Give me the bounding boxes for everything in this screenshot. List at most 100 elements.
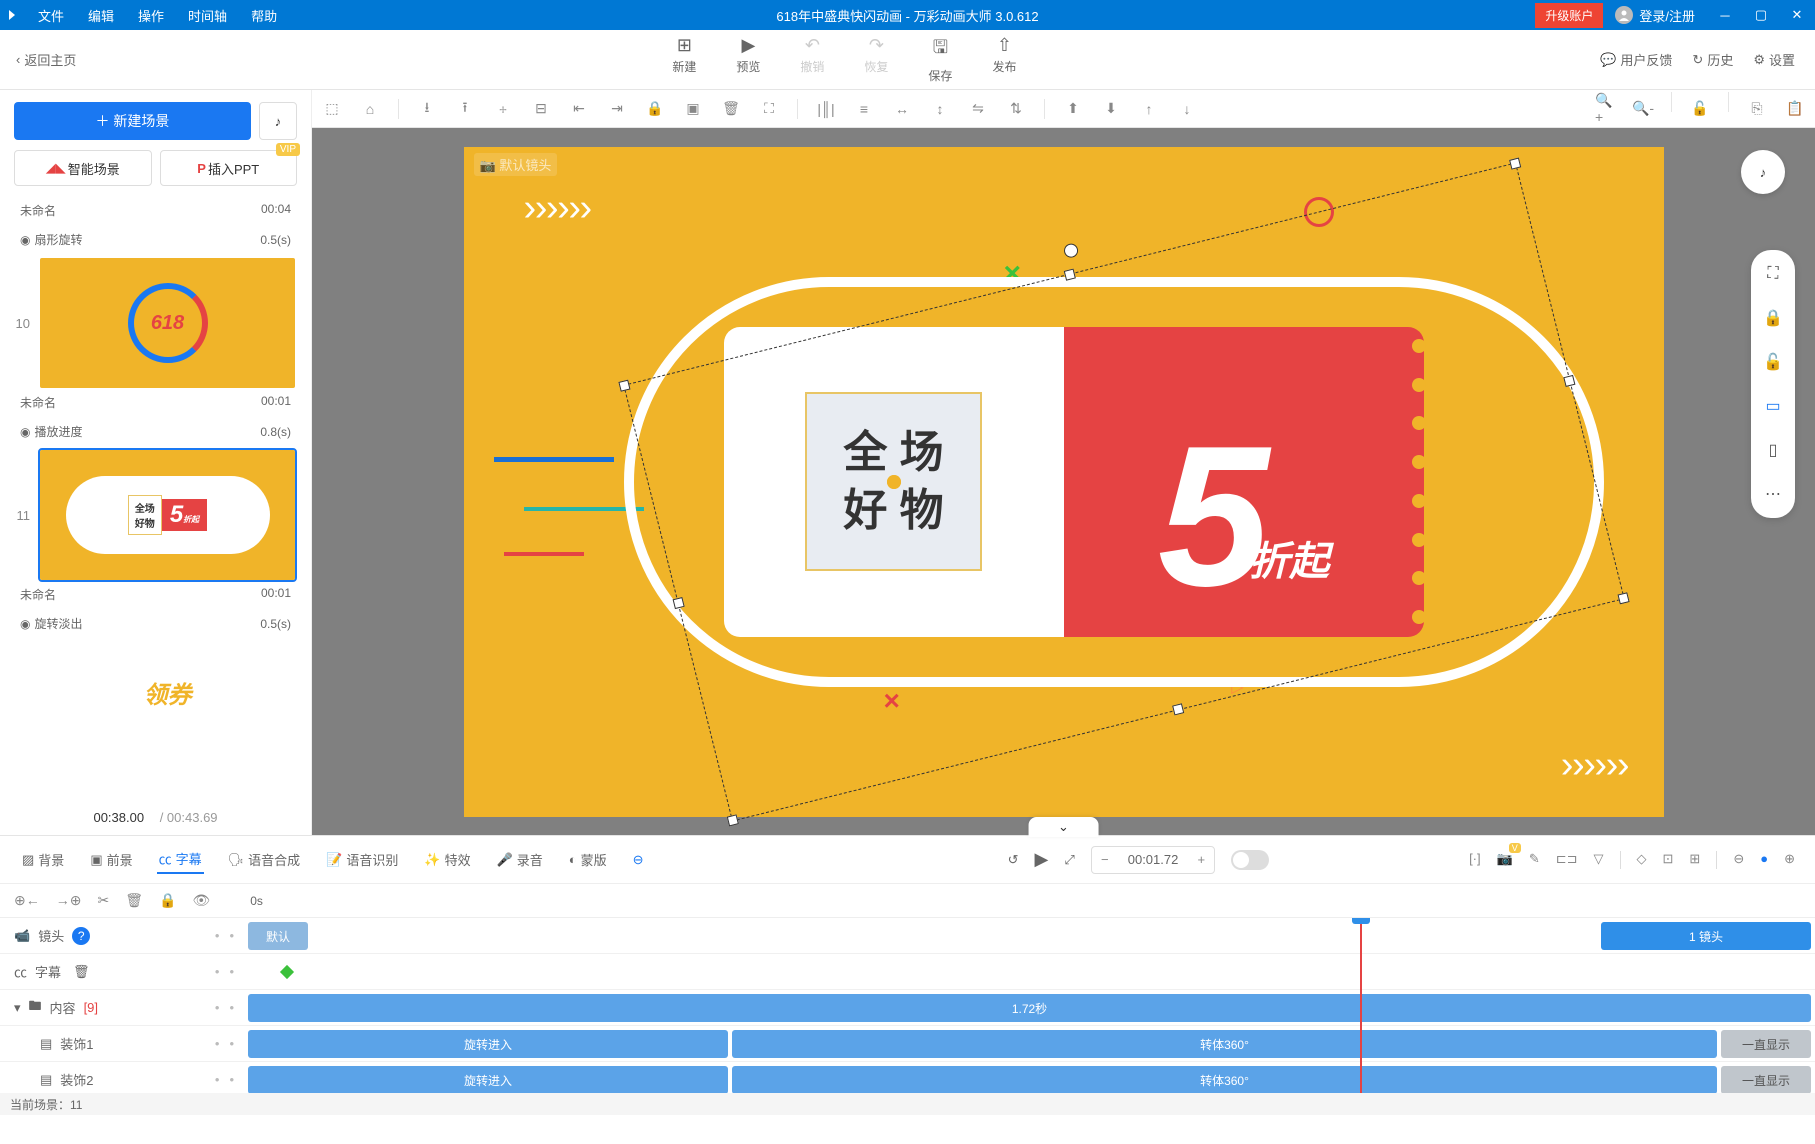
tl-eye[interactable]: 👁 <box>192 892 210 909</box>
tab-more[interactable]: ⊖ <box>631 848 646 872</box>
mobile-icon[interactable]: ▯ <box>1759 438 1787 462</box>
rewind-button[interactable]: ↺ <box>1008 852 1019 868</box>
feedback-button[interactable]: 💬用户反馈 <box>1600 50 1672 69</box>
display-icon[interactable]: ▭ <box>1759 394 1787 418</box>
delete-sub-icon[interactable]: 🗑 <box>73 964 90 980</box>
expand-button[interactable]: ⤢ <box>1064 852 1074 868</box>
layer-down-icon[interactable]: ↓ <box>1177 101 1197 117</box>
ticket-element[interactable]: 全 场 好 物 5 折起 <box>724 327 1424 637</box>
resize-handle-ne[interactable] <box>1509 157 1521 169</box>
resize-handle-se[interactable] <box>1617 592 1629 604</box>
undo-button[interactable]: ↶撤销 <box>800 35 824 84</box>
history-button[interactable]: ↻历史 <box>1692 50 1733 69</box>
always-show-block[interactable]: 一直显示 <box>1721 1030 1811 1058</box>
tab-foreground[interactable]: ▣ 前景 <box>88 846 134 873</box>
tab-subtitle[interactable]: ㏄ 字幕 <box>157 845 204 874</box>
align-left-icon[interactable]: ⇤ <box>569 100 589 117</box>
dot-btn[interactable]: • <box>229 1036 234 1051</box>
tab-tts[interactable]: 🗣 语音合成 <box>226 846 303 873</box>
camera-default-block[interactable]: 默认 <box>248 922 308 950</box>
tool-edit[interactable]: ✎ <box>1529 851 1540 869</box>
sound-float-button[interactable]: ♪ <box>1741 150 1785 194</box>
flip-v-icon[interactable]: ⇅ <box>1006 100 1026 117</box>
menu-help[interactable]: 帮助 <box>239 0 289 31</box>
new-scene-button[interactable]: ＋ 新建场景 <box>14 102 251 140</box>
dot-btn[interactable]: • <box>229 928 234 943</box>
scene-thumbnail[interactable]: 领券 <box>38 640 297 744</box>
save-button[interactable]: 🖫保存 <box>928 35 952 84</box>
distribute-h-icon[interactable]: |║| <box>816 101 836 117</box>
rotate-in-block[interactable]: 旋转进入 <box>248 1066 728 1093</box>
transition-row[interactable]: ◉扇形旋转 0.5(s) <box>14 223 297 256</box>
help-icon[interactable]: ? <box>72 927 90 945</box>
distribute-v-icon[interactable]: ≡ <box>854 101 874 117</box>
layer-up-icon[interactable]: ↑ <box>1139 101 1159 117</box>
new-button[interactable]: ⊞新建 <box>672 35 696 84</box>
always-show-block[interactable]: 一直显示 <box>1721 1066 1811 1093</box>
tl-delete[interactable]: 🗑 <box>125 892 143 909</box>
decor1-track[interactable]: 旋转进入 转体360° 一直显示 <box>248 1026 1815 1061</box>
camera-track[interactable]: 默认 1 镜头 <box>248 918 1815 953</box>
tab-asr[interactable]: 📝 语音识别 <box>324 846 400 873</box>
toggle-switch[interactable] <box>1231 850 1269 870</box>
maximize-button[interactable]: ▢ <box>1743 0 1779 30</box>
rotate-in-block[interactable]: 旋转进入 <box>248 1030 728 1058</box>
rotation-handle[interactable] <box>1062 242 1079 259</box>
camera-frame-icon[interactable]: ⛶ <box>1759 262 1787 286</box>
tab-record[interactable]: 🎤 录音 <box>495 846 545 873</box>
cursor-icon[interactable]: ⬚ <box>322 100 342 117</box>
tool-zoom-slider[interactable]: ● <box>1760 851 1768 869</box>
time-decrease[interactable]: − <box>1092 847 1118 873</box>
lock-icon[interactable]: 🔒 <box>645 100 665 117</box>
time-increase[interactable]: + <box>1188 847 1214 873</box>
transition-row[interactable]: ◉旋转淡出 0.5(s) <box>14 607 297 640</box>
tl-add-left[interactable]: ⊕← <box>14 892 40 909</box>
dot-btn[interactable]: • <box>229 1000 234 1015</box>
dot-btn[interactable]: • <box>229 1072 234 1087</box>
unlock-icon[interactable]: 🔓 <box>1690 92 1710 125</box>
tab-mask[interactable]: ◐ 蒙版 <box>567 846 609 873</box>
playhead[interactable] <box>1360 918 1362 1093</box>
tl-cut[interactable]: ✂ <box>97 892 109 909</box>
music-note-button[interactable]: ♪ <box>259 102 297 140</box>
paste-icon[interactable]: 📋 <box>1785 92 1805 125</box>
publish-button[interactable]: ⇧发布 <box>992 35 1016 84</box>
tool-number[interactable]: ⊞ <box>1689 851 1700 869</box>
zoom-in-icon[interactable]: 🔍+ <box>1595 92 1615 125</box>
play-button[interactable]: ▶ <box>1034 849 1048 870</box>
more-icon[interactable]: ⋯ <box>1759 482 1787 506</box>
align-bottom-icon[interactable]: ⭳ <box>417 97 437 121</box>
close-button[interactable]: ✕ <box>1779 0 1815 30</box>
home-icon[interactable]: ⌂ <box>360 101 380 117</box>
tab-background[interactable]: ▨ 背景 <box>20 846 66 873</box>
zoom-out-icon[interactable]: 🔍- <box>1633 92 1653 125</box>
ai-scene-button[interactable]: ◢◣ 智能场景 <box>14 150 152 186</box>
tool-zoom-out[interactable]: ⊖ <box>1733 851 1744 869</box>
layer-front-icon[interactable]: ⬆ <box>1063 100 1083 117</box>
expand-icon[interactable]: ▾ <box>14 1000 21 1016</box>
tool-filter[interactable]: ▽ <box>1594 851 1604 869</box>
dot-btn[interactable]: • <box>215 1072 220 1087</box>
resize-handle-nw[interactable] <box>618 379 630 391</box>
menu-file[interactable]: 文件 <box>26 0 76 31</box>
minimize-button[interactable]: ─ <box>1707 0 1743 30</box>
tool-zoom-in[interactable]: ⊕ <box>1784 851 1795 869</box>
menu-action[interactable]: 操作 <box>126 0 176 31</box>
tool-fit[interactable]: [·] <box>1469 851 1481 869</box>
decor2-track[interactable]: 旋转进入 转体360° 一直显示 <box>248 1062 1815 1093</box>
transition-row[interactable]: ◉播放进度 0.8(s) <box>14 415 297 448</box>
layer-back-icon[interactable]: ⬇ <box>1101 100 1121 117</box>
dot-btn[interactable]: • <box>229 964 234 979</box>
login-button[interactable]: 登录/注册 <box>1603 6 1707 25</box>
track-label-content[interactable]: ▾ 🖿 内容 [9] •• <box>0 997 248 1019</box>
dot-btn[interactable]: • <box>215 928 220 943</box>
tl-lock[interactable]: 🔒 <box>159 892 176 909</box>
unlocked-icon[interactable]: 🔓 <box>1759 350 1787 374</box>
scene-thumbnail-selected[interactable]: 全场好物 5折起 <box>38 448 297 582</box>
locked-icon[interactable]: 🔒 <box>1759 306 1787 330</box>
dot-btn[interactable]: • <box>215 964 220 979</box>
preview-button[interactable]: ▶预览 <box>736 35 760 84</box>
dot-btn[interactable]: • <box>215 1036 220 1051</box>
space-h-icon[interactable]: ↔ <box>892 101 912 117</box>
keyframe-diamond[interactable] <box>280 964 294 978</box>
